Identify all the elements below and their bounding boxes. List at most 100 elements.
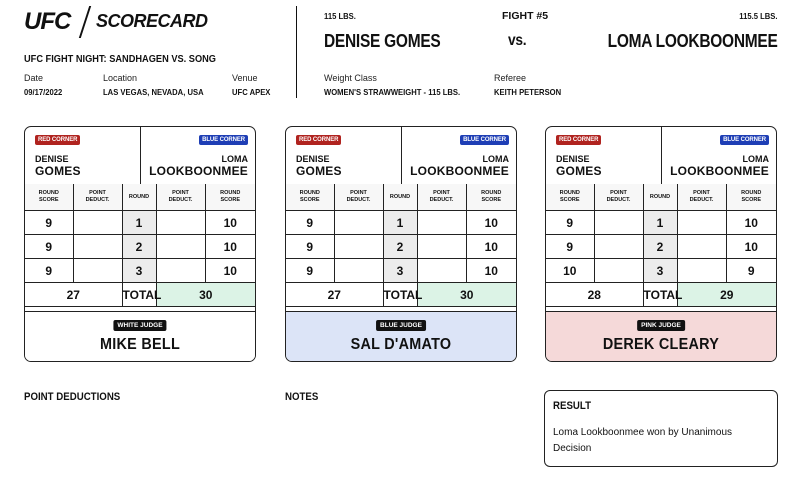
- red-last-name: GOMES: [556, 164, 602, 178]
- red-point-deduct: [593, 258, 644, 283]
- red-corner-badge: RED CORNER: [296, 135, 342, 145]
- round-number: 2: [382, 234, 418, 259]
- referee-value: KEITH PETERSON: [494, 87, 562, 97]
- blue-point-deduct: [676, 234, 727, 259]
- red-last-name: GOMES: [35, 164, 81, 178]
- point-deductions-heading: POINT DEDUCTIONS: [24, 391, 121, 403]
- judge-label: WHITE JUDGE: [113, 320, 167, 331]
- result-text: Loma Lookboonmee won by Unanimous Decisi…: [553, 427, 732, 454]
- round-row: 9 2 10: [286, 234, 516, 259]
- blue-point-deduct: [416, 258, 467, 283]
- red-point-deduct: [72, 258, 123, 283]
- red-round-score: 9: [286, 234, 335, 259]
- red-last-name: GOMES: [296, 164, 342, 178]
- red-fighter: DENISE GOMES: [296, 153, 342, 177]
- result-title: RESULT: [553, 400, 592, 412]
- blue-point-deduct-header: POINT DEDUCT.: [676, 184, 727, 211]
- blue-point-deduct: [416, 234, 467, 259]
- round-row: 9 2 10: [546, 234, 776, 259]
- blue-round-score: 9: [725, 258, 776, 283]
- blue-point-deduct: [676, 210, 727, 235]
- judge-name: SAL D'AMATO: [350, 336, 452, 353]
- judge-label: PINK JUDGE: [637, 320, 685, 331]
- weight-class-value: WOMEN'S STRAWWEIGHT - 115 LBS.: [324, 87, 461, 97]
- blue-point-deduct-header: POINT DEDUCT.: [155, 184, 206, 211]
- red-round-score: 10: [546, 258, 595, 283]
- judge-name: MIKE BELL: [99, 336, 181, 353]
- red-point-deduct: [72, 210, 123, 235]
- score-table-header: ROUND SCORE POINT DEDUCT. ROUND POINT DEDUC…: [546, 184, 776, 211]
- red-round-score: 9: [25, 234, 74, 259]
- red-point-deduct: [333, 234, 384, 259]
- blue-round-score-header: ROUND SCORE: [465, 184, 516, 211]
- red-weight: 115 LBS.: [324, 11, 356, 21]
- judge-panel: WHITE JUDGE MIKE BELL: [25, 311, 255, 361]
- blue-fighter: LOMA LOOKBOONMEE: [410, 153, 509, 177]
- blue-round-score: 10: [465, 258, 516, 283]
- total-label: TOTAL: [121, 282, 161, 307]
- date-label: Date: [24, 73, 44, 83]
- blue-total: 30: [416, 282, 516, 307]
- blue-round-score-header: ROUND SCORE: [204, 184, 255, 211]
- blue-round-score-header: ROUND SCORE: [725, 184, 776, 211]
- blue-point-deduct: [155, 234, 206, 259]
- red-point-deduct-header: POINT DEDUCT.: [333, 184, 384, 211]
- red-point-deduct: [593, 234, 644, 259]
- corner-header: RED CORNER BLUE CORNER DENISE GOMES LOMA…: [286, 127, 516, 185]
- red-fighter: DENISE GOMES: [35, 153, 81, 177]
- score-table: ROUND SCORE POINT DEDUCT. ROUND POINT DEDUC…: [546, 184, 776, 307]
- judge-scorecard-3: RED CORNER BLUE CORNER DENISE GOMES LOMA…: [545, 126, 777, 362]
- blue-point-deduct-header: POINT DEDUCT.: [416, 184, 467, 211]
- judge-panel: BLUE JUDGE SAL D'AMATO: [286, 311, 516, 361]
- blue-point-deduct: [155, 210, 206, 235]
- red-fighter: DENISE GOMES: [556, 153, 602, 177]
- round-header: ROUND: [642, 184, 678, 211]
- red-round-score: 9: [546, 210, 595, 235]
- blue-round-score: 10: [204, 258, 255, 283]
- blue-corner-badge: BLUE CORNER: [460, 135, 509, 145]
- blue-round-score: 10: [465, 210, 516, 235]
- red-point-deduct-header: POINT DEDUCT.: [72, 184, 123, 211]
- round-row: 9 1 10: [25, 210, 255, 235]
- blue-corner-badge: BLUE CORNER: [720, 135, 769, 145]
- notes-heading: NOTES: [285, 391, 319, 403]
- round-row: 10 3 9: [546, 258, 776, 283]
- round-number: 1: [382, 210, 418, 235]
- vs-label: vs.: [508, 32, 527, 49]
- red-point-deduct-header: POINT DEDUCT.: [593, 184, 644, 211]
- blue-corner-badge: BLUE CORNER: [199, 135, 248, 145]
- blue-fighter: LOMA LOOKBOONMEE: [670, 153, 769, 177]
- blue-point-deduct: [155, 258, 206, 283]
- location-value: LAS VEGAS, NEVADA, USA: [103, 87, 204, 97]
- blue-round-score: 10: [465, 234, 516, 259]
- blue-last-name: LOOKBOONMEE: [670, 164, 769, 178]
- red-total: 27: [286, 282, 384, 307]
- judge-panel: PINK JUDGE DEREK CLEARY: [546, 311, 776, 361]
- round-number: 2: [642, 234, 678, 259]
- red-point-deduct: [333, 210, 384, 235]
- venue-value: UFC APEX: [232, 87, 271, 97]
- round-number: 3: [121, 258, 157, 283]
- round-header: ROUND: [121, 184, 157, 211]
- score-table: ROUND SCORE POINT DEDUCT. ROUND POINT DEDUC…: [25, 184, 255, 307]
- red-round-score: 9: [286, 258, 335, 283]
- total-label: TOTAL: [382, 282, 422, 307]
- header-divider: [296, 6, 297, 98]
- red-round-score-header: ROUND SCORE: [25, 184, 74, 211]
- red-fighter-name: DENISE GOMES: [324, 31, 441, 51]
- red-point-deduct: [72, 234, 123, 259]
- venue-label: Venue: [232, 73, 258, 83]
- corner-header: RED CORNER BLUE CORNER DENISE GOMES LOMA…: [25, 127, 255, 185]
- red-round-score-header: ROUND SCORE: [546, 184, 595, 211]
- red-total: 27: [25, 282, 123, 307]
- judge-scorecard-1: RED CORNER BLUE CORNER DENISE GOMES LOMA…: [24, 126, 256, 362]
- judge-scorecard-2: RED CORNER BLUE CORNER DENISE GOMES LOMA…: [285, 126, 517, 362]
- weight-class-label: Weight Class: [324, 73, 377, 83]
- referee-label: Referee: [494, 73, 527, 83]
- blue-round-score: 10: [725, 210, 776, 235]
- total-row: 27 TOTAL 30: [286, 282, 516, 307]
- score-table-header: ROUND SCORE POINT DEDUCT. ROUND POINT DEDUC…: [25, 184, 255, 211]
- judge-name: DEREK CLEARY: [602, 336, 720, 353]
- total-label: TOTAL: [642, 282, 682, 307]
- red-corner-badge: RED CORNER: [35, 135, 81, 145]
